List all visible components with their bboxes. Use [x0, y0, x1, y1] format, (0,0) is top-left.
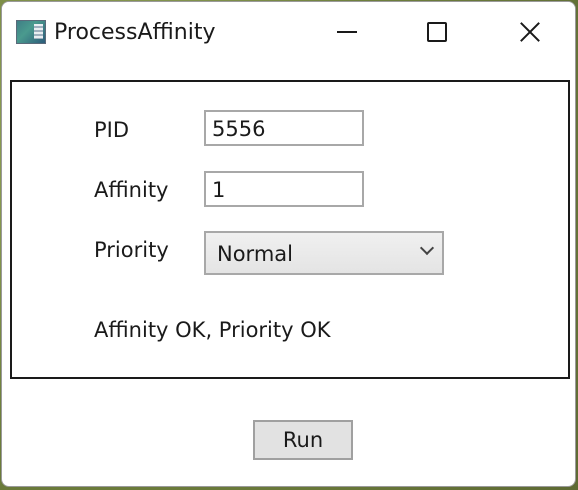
app-window: ProcessAffinity PID 5556 Affinity 1 Prio… — [1, 1, 576, 487]
pid-label: PID — [94, 118, 130, 142]
minimize-icon — [337, 31, 357, 33]
settings-group-box: PID 5556 Affinity 1 Priority Normal Affi… — [10, 80, 570, 379]
close-button[interactable] — [507, 10, 553, 54]
priority-dropdown[interactable]: Normal — [204, 231, 444, 275]
app-window-icon[interactable] — [16, 20, 46, 44]
chevron-down-icon — [419, 240, 435, 256]
maximize-icon — [427, 22, 447, 42]
window-title: ProcessAffinity — [54, 20, 216, 45]
status-text: Affinity OK, Priority OK — [94, 318, 331, 342]
run-button[interactable]: Run — [253, 420, 353, 460]
affinity-input[interactable]: 1 — [204, 171, 364, 207]
affinity-label: Affinity — [94, 178, 169, 202]
pid-input[interactable]: 5556 — [204, 110, 364, 146]
maximize-button[interactable] — [414, 10, 460, 54]
minimize-button[interactable] — [324, 10, 370, 54]
close-icon — [519, 21, 541, 43]
priority-selected-value: Normal — [217, 242, 293, 266]
title-bar[interactable]: ProcessAffinity — [2, 2, 575, 62]
priority-label: Priority — [94, 238, 169, 262]
